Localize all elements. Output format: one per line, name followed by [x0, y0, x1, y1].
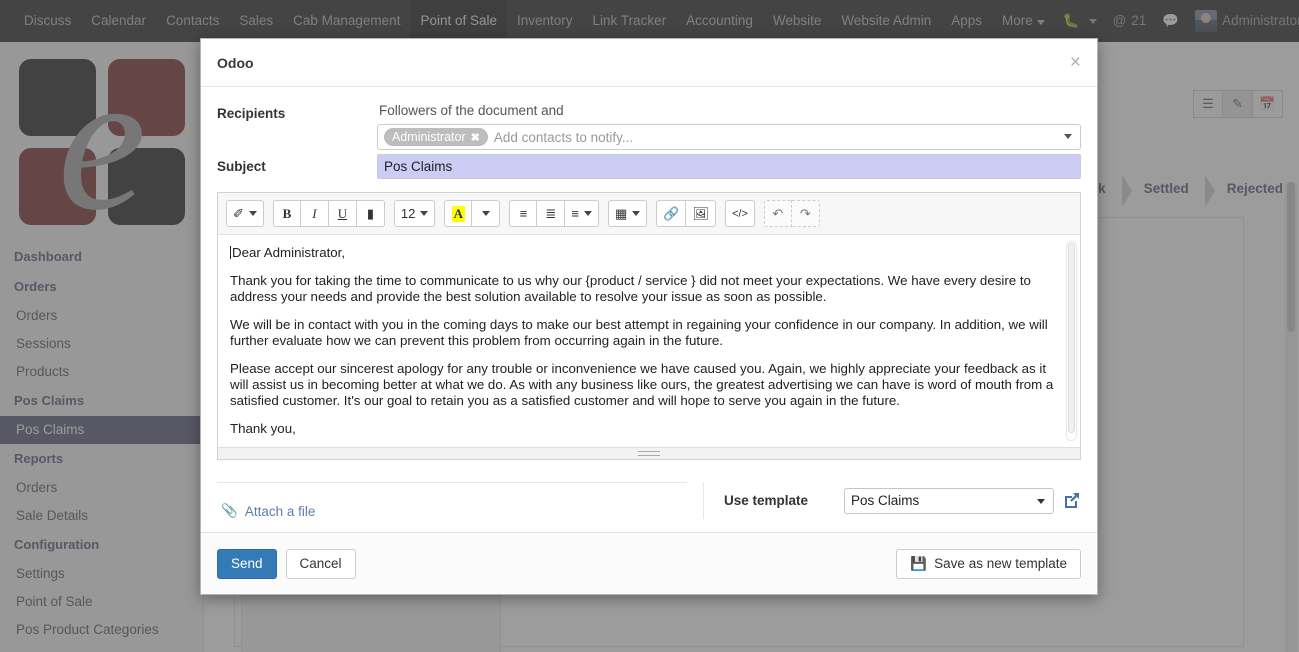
- recipients-row: Recipients Followers of the document and…: [217, 101, 1081, 150]
- editor-toolbar: ✐ B I U ▮ 12 A ≡ ≣ ≡ ▦ 🔗 🖼 </> ↶ ↷: [218, 193, 1080, 235]
- use-template-area: Use template Pos Claims: [702, 482, 1081, 519]
- font-color-dropdown[interactable]: [472, 200, 501, 227]
- attachments-template-row: 📎 Attach a file Use template Pos Claims: [217, 482, 1081, 519]
- template-select-value: Pos Claims: [851, 493, 920, 508]
- style-dropdown[interactable]: ✐: [226, 200, 264, 227]
- chevron-down-icon: [1037, 498, 1045, 504]
- paperclip-icon: 📎: [221, 503, 238, 518]
- send-button[interactable]: Send: [217, 548, 277, 579]
- attach-file-button[interactable]: 📎 Attach a file: [217, 495, 687, 519]
- external-link-icon[interactable]: [1062, 491, 1081, 510]
- save-as-new-template-label: Save as new template: [934, 556, 1067, 571]
- dialog-header: Odoo ×: [201, 39, 1097, 87]
- dialog-title: Odoo: [217, 54, 254, 71]
- undo-button[interactable]: ↶: [763, 200, 792, 227]
- floppy-disk-icon: 💾: [910, 555, 928, 571]
- text-cursor: [230, 246, 231, 259]
- link-button[interactable]: 🔗: [656, 200, 687, 227]
- redo-button[interactable]: ↷: [791, 200, 820, 227]
- align-dropdown[interactable]: ≡: [565, 200, 599, 227]
- recipient-tag-administrator[interactable]: Administrator ✖: [384, 128, 488, 146]
- close-icon[interactable]: ×: [1070, 53, 1081, 72]
- attach-file-label: Attach a file: [244, 503, 316, 519]
- editor-paragraph-3: Please accept our sincerest apology for …: [230, 361, 1054, 408]
- subject-label: Subject: [217, 159, 266, 174]
- app-root: e Dashboard Orders Orders Sessions Produ…: [0, 0, 1299, 652]
- italic-button[interactable]: I: [300, 200, 329, 227]
- followers-note: Followers of the document and: [379, 103, 564, 118]
- editor-resize-handle[interactable]: [218, 447, 1080, 459]
- dialog-footer: Send Cancel 💾 Save as new template: [201, 532, 1097, 594]
- editor-paragraph-1: Thank you for taking the time to communi…: [230, 273, 1031, 304]
- table-dropdown[interactable]: ▦: [607, 200, 648, 227]
- ordered-list-button[interactable]: ≣: [537, 200, 566, 227]
- recipients-placeholder: Add contacts to notify...: [493, 129, 634, 145]
- subject-input[interactable]: [377, 154, 1081, 179]
- bold-button[interactable]: B: [272, 200, 301, 227]
- attachments-area: 📎 Attach a file: [217, 482, 687, 519]
- underline-button[interactable]: U: [328, 200, 357, 227]
- unordered-list-button[interactable]: ≡: [509, 200, 538, 227]
- rich-text-editor: ✐ B I U ▮ 12 A ≡ ≣ ≡ ▦ 🔗 🖼 </> ↶ ↷ Dear …: [217, 192, 1081, 460]
- editor-paragraph-greeting: Dear Administrator,: [230, 245, 1066, 261]
- use-template-label: Use template: [723, 493, 808, 508]
- compose-email-dialog: Odoo × Recipients Followers of the docum…: [200, 38, 1098, 595]
- editor-paragraph-2: We will be in contact with you in the co…: [230, 317, 1048, 348]
- save-as-new-template-button[interactable]: 💾 Save as new template: [896, 548, 1081, 579]
- dialog-body: Recipients Followers of the document and…: [201, 87, 1097, 532]
- font-size-value: 12: [400, 206, 416, 221]
- template-select[interactable]: Pos Claims: [844, 487, 1054, 514]
- subject-row: Subject: [217, 154, 1081, 179]
- recipients-input[interactable]: Administrator ✖ Add contacts to notify..…: [377, 124, 1081, 150]
- code-view-button[interactable]: </>: [724, 200, 755, 227]
- recipients-label: Recipients: [217, 106, 286, 121]
- cancel-button[interactable]: Cancel: [285, 548, 356, 579]
- recipient-tag-label: Administrator: [392, 130, 466, 144]
- chevron-down-icon[interactable]: [1064, 134, 1072, 139]
- clear-format-button[interactable]: ▮: [356, 200, 385, 227]
- editor-text-0: Dear Administrator,: [232, 245, 346, 260]
- image-button[interactable]: 🖼: [686, 200, 716, 227]
- editor-content[interactable]: Dear Administrator, Thank you for taking…: [218, 235, 1080, 447]
- font-size-dropdown[interactable]: 12: [393, 200, 436, 227]
- font-color-button[interactable]: A: [444, 200, 473, 227]
- remove-tag-icon[interactable]: ✖: [471, 131, 480, 144]
- editor-scrollbar[interactable]: [1066, 241, 1077, 441]
- editor-paragraph-closing: Thank you,: [230, 421, 296, 436]
